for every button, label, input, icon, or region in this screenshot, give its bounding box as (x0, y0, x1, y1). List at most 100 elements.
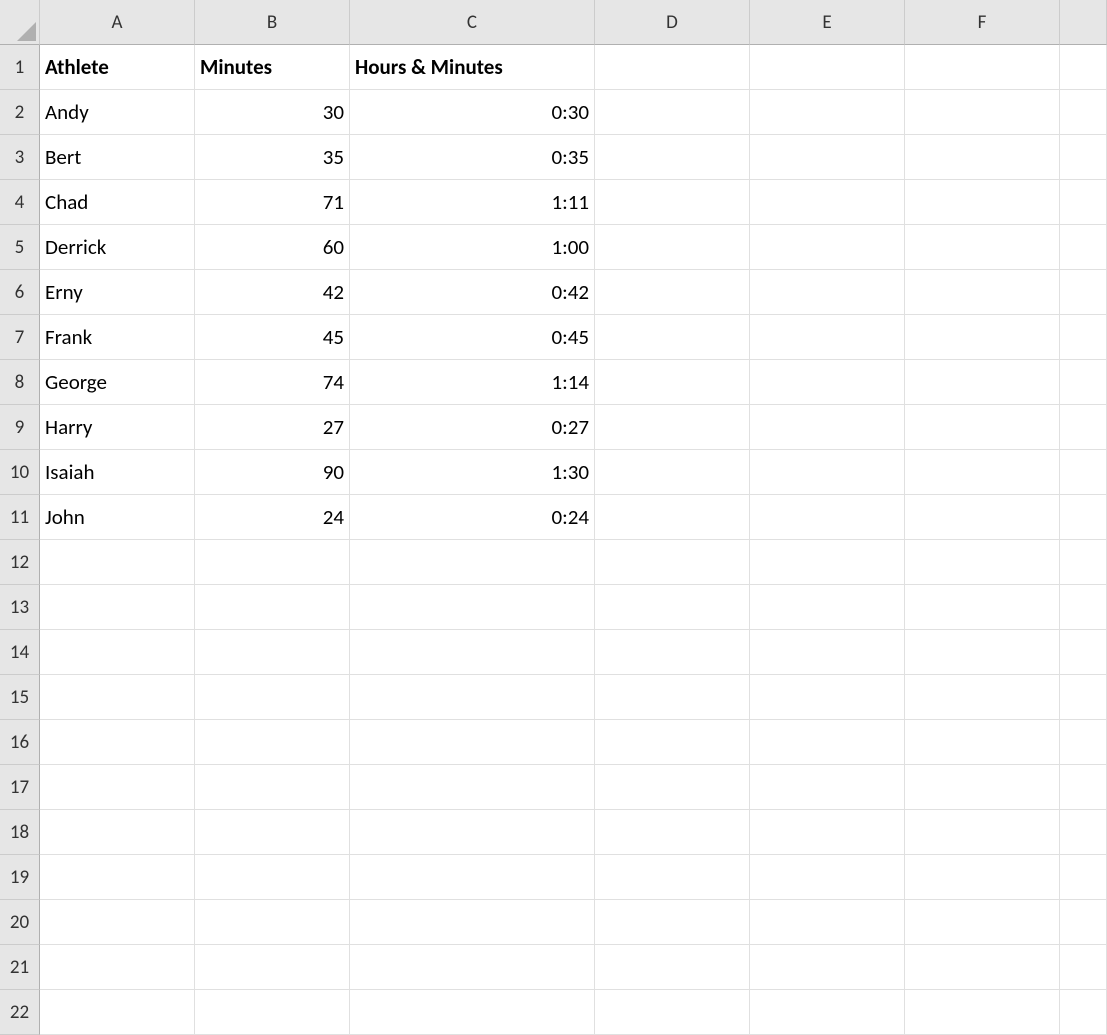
cell-A17[interactable] (40, 765, 195, 810)
cell-D2[interactable] (595, 90, 750, 135)
cell-E13[interactable] (750, 585, 905, 630)
cell-A12[interactable] (40, 540, 195, 585)
cell-B3[interactable]: 35 (195, 135, 350, 180)
row-header-10[interactable]: 10 (0, 450, 40, 495)
cell-F8[interactable] (905, 360, 1060, 405)
cell-F21[interactable] (905, 945, 1060, 990)
cell-D11[interactable] (595, 495, 750, 540)
row-header-4[interactable]: 4 (0, 180, 40, 225)
cell-G7[interactable] (1060, 315, 1107, 360)
cell-B5[interactable]: 60 (195, 225, 350, 270)
row-header-8[interactable]: 8 (0, 360, 40, 405)
cell-C22[interactable] (350, 990, 595, 1035)
cell-F19[interactable] (905, 855, 1060, 900)
cell-C13[interactable] (350, 585, 595, 630)
cell-F9[interactable] (905, 405, 1060, 450)
cell-F2[interactable] (905, 90, 1060, 135)
cell-F11[interactable] (905, 495, 1060, 540)
row-header-13[interactable]: 13 (0, 585, 40, 630)
cell-G15[interactable] (1060, 675, 1107, 720)
cell-G8[interactable] (1060, 360, 1107, 405)
cell-E6[interactable] (750, 270, 905, 315)
cell-A1[interactable]: Athlete (40, 45, 195, 90)
cell-C21[interactable] (350, 945, 595, 990)
cell-E8[interactable] (750, 360, 905, 405)
col-header-B[interactable]: B (195, 0, 350, 45)
cell-A8[interactable]: George (40, 360, 195, 405)
row-header-2[interactable]: 2 (0, 90, 40, 135)
cell-B12[interactable] (195, 540, 350, 585)
cell-C8[interactable]: 1:14 (350, 360, 595, 405)
cell-D14[interactable] (595, 630, 750, 675)
col-header-C[interactable]: C (350, 0, 595, 45)
cell-D13[interactable] (595, 585, 750, 630)
cell-B11[interactable]: 24 (195, 495, 350, 540)
cell-G10[interactable] (1060, 450, 1107, 495)
cell-F18[interactable] (905, 810, 1060, 855)
cell-E1[interactable] (750, 45, 905, 90)
row-header-18[interactable]: 18 (0, 810, 40, 855)
cell-D7[interactable] (595, 315, 750, 360)
cell-A15[interactable] (40, 675, 195, 720)
cell-E12[interactable] (750, 540, 905, 585)
cell-C4[interactable]: 1:11 (350, 180, 595, 225)
cell-B9[interactable]: 27 (195, 405, 350, 450)
cell-G3[interactable] (1060, 135, 1107, 180)
cell-E7[interactable] (750, 315, 905, 360)
select-all-corner[interactable] (0, 0, 40, 45)
row-header-6[interactable]: 6 (0, 270, 40, 315)
row-header-1[interactable]: 1 (0, 45, 40, 90)
cell-F10[interactable] (905, 450, 1060, 495)
cell-E11[interactable] (750, 495, 905, 540)
cell-D19[interactable] (595, 855, 750, 900)
cell-A2[interactable]: Andy (40, 90, 195, 135)
cell-G19[interactable] (1060, 855, 1107, 900)
cell-D8[interactable] (595, 360, 750, 405)
cell-D22[interactable] (595, 990, 750, 1035)
cell-A11[interactable]: John (40, 495, 195, 540)
cell-C9[interactable]: 0:27 (350, 405, 595, 450)
spreadsheet-grid[interactable]: A B C D E F 1 Athlete Minutes Hours & Mi… (0, 0, 1107, 1035)
cell-F14[interactable] (905, 630, 1060, 675)
cell-F22[interactable] (905, 990, 1060, 1035)
row-header-12[interactable]: 12 (0, 540, 40, 585)
row-header-9[interactable]: 9 (0, 405, 40, 450)
cell-E18[interactable] (750, 810, 905, 855)
cell-B10[interactable]: 90 (195, 450, 350, 495)
cell-C5[interactable]: 1:00 (350, 225, 595, 270)
cell-G22[interactable] (1060, 990, 1107, 1035)
cell-A13[interactable] (40, 585, 195, 630)
cell-B19[interactable] (195, 855, 350, 900)
cell-D1[interactable] (595, 45, 750, 90)
cell-C18[interactable] (350, 810, 595, 855)
cell-G13[interactable] (1060, 585, 1107, 630)
cell-A4[interactable]: Chad (40, 180, 195, 225)
cell-D6[interactable] (595, 270, 750, 315)
cell-D10[interactable] (595, 450, 750, 495)
cell-E21[interactable] (750, 945, 905, 990)
cell-C1[interactable]: Hours & Minutes (350, 45, 595, 90)
cell-E3[interactable] (750, 135, 905, 180)
cell-D20[interactable] (595, 900, 750, 945)
cell-A3[interactable]: Bert (40, 135, 195, 180)
cell-F3[interactable] (905, 135, 1060, 180)
cell-C12[interactable] (350, 540, 595, 585)
cell-B6[interactable]: 42 (195, 270, 350, 315)
cell-E5[interactable] (750, 225, 905, 270)
cell-G16[interactable] (1060, 720, 1107, 765)
cell-B20[interactable] (195, 900, 350, 945)
cell-E4[interactable] (750, 180, 905, 225)
cell-F7[interactable] (905, 315, 1060, 360)
cell-C6[interactable]: 0:42 (350, 270, 595, 315)
row-header-16[interactable]: 16 (0, 720, 40, 765)
cell-A22[interactable] (40, 990, 195, 1035)
cell-G21[interactable] (1060, 945, 1107, 990)
cell-F1[interactable] (905, 45, 1060, 90)
cell-A7[interactable]: Frank (40, 315, 195, 360)
cell-G9[interactable] (1060, 405, 1107, 450)
cell-D9[interactable] (595, 405, 750, 450)
cell-A10[interactable]: Isaiah (40, 450, 195, 495)
cell-G14[interactable] (1060, 630, 1107, 675)
cell-B14[interactable] (195, 630, 350, 675)
cell-A6[interactable]: Erny (40, 270, 195, 315)
